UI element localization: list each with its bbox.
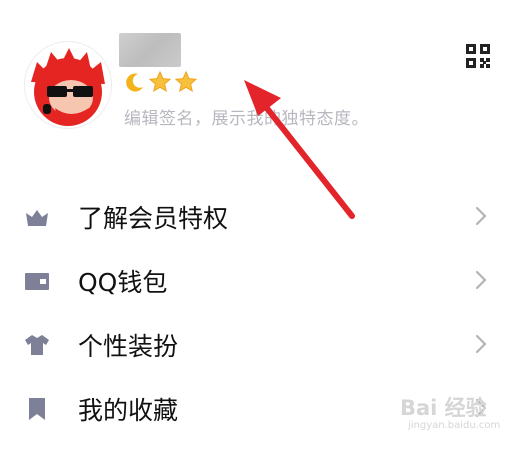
shirt-icon [24,333,50,357]
chevron-right-icon [474,333,488,355]
qr-code-icon[interactable] [466,44,490,68]
crown-icon [24,205,50,229]
chevron-right-icon [474,205,488,227]
profile-header[interactable]: 编辑签名，展示我的独特态度。 [0,0,520,160]
signature-text[interactable]: 编辑签名，展示我的独特态度。 [124,104,369,129]
nickname-blurred[interactable] [119,33,181,67]
menu-item-label: 我的收藏 [78,396,179,425]
watermark-sub: jingyan.baidu.com [408,420,501,431]
menu-item-personalize[interactable]: 个性装扮 [0,313,520,375]
menu-item-vip-privileges[interactable]: 了解会员特权 [0,185,520,247]
bookmark-icon [24,397,50,421]
chevron-right-icon [474,269,488,291]
menu-item-label: 个性装扮 [78,332,179,361]
menu-item-label: QQ钱包 [78,268,168,297]
level-badges[interactable] [124,70,198,98]
avatar-image [25,42,111,128]
menu-item-qq-wallet[interactable]: QQ钱包 [0,249,520,311]
baidu-jingyan-watermark: Bai 经验 jingyan.baidu.com [400,392,510,440]
avatar[interactable] [24,41,112,129]
wallet-icon [24,269,50,293]
star-icon [148,70,172,98]
watermark-main: Bai 经验 [400,396,487,420]
star-icon [174,70,198,98]
moon-icon [124,71,146,97]
menu-item-label: 了解会员特权 [78,204,229,233]
